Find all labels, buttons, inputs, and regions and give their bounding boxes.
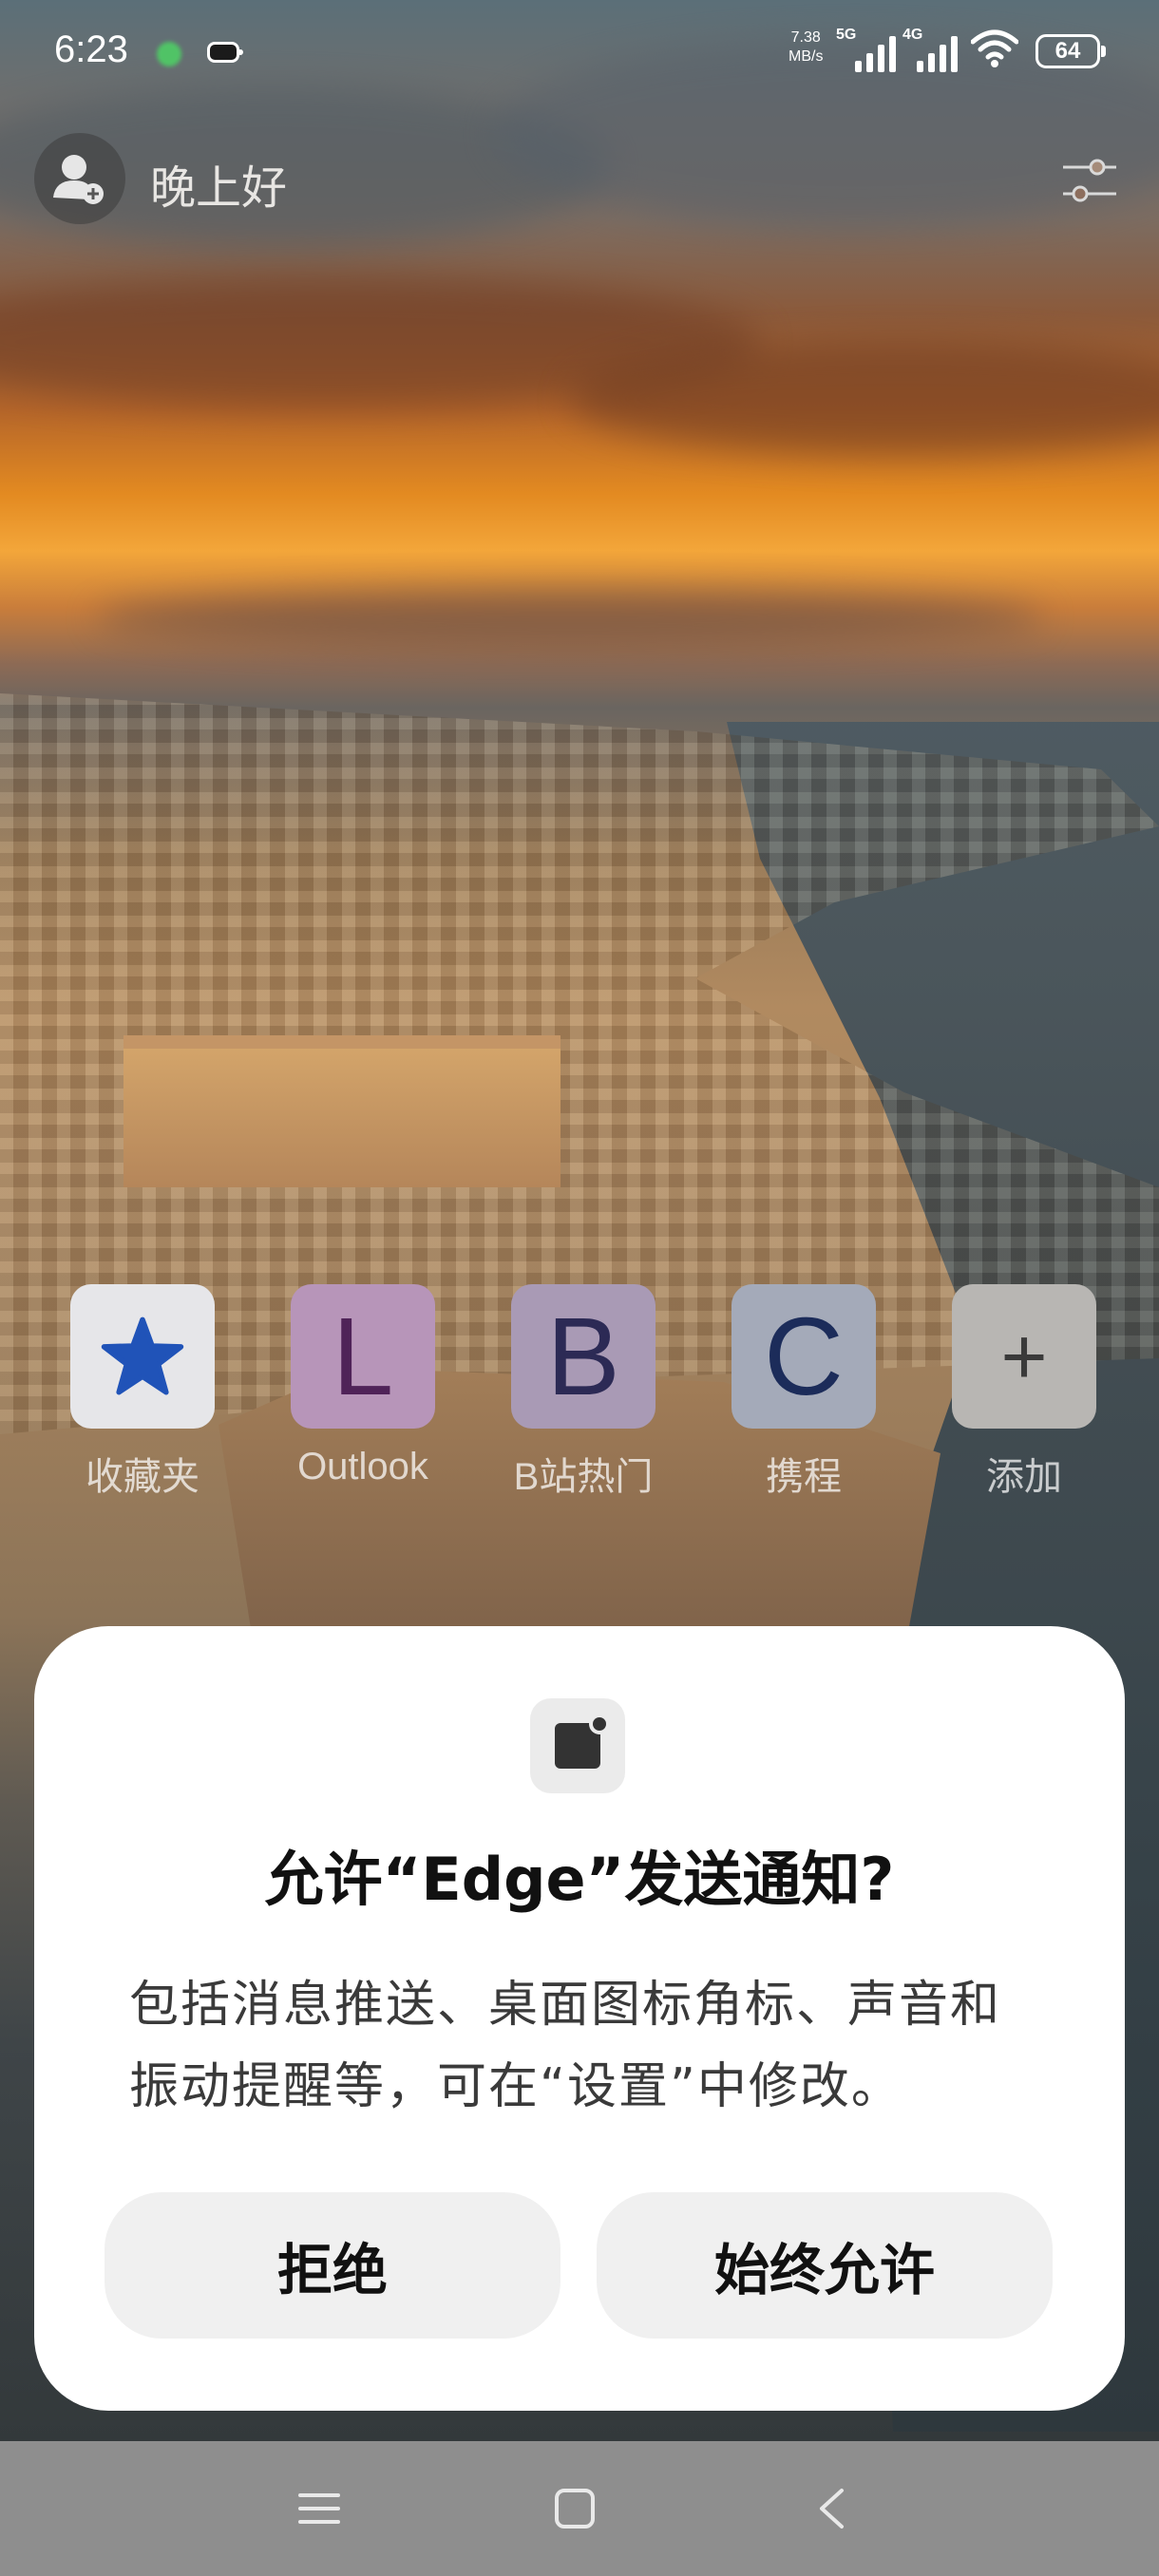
notification-permission-dialog: 允许“Edge”发送通知? 包括消息推送、桌面图标角标、声音和振动提醒等，可在“… [34,1626,1125,2411]
favorites-tile [70,1284,215,1429]
signal-5g-icon [855,32,899,72]
quick-link-label: B站热门 [513,1456,654,1498]
letter-b-icon: B [511,1284,656,1429]
notification-dot-icon [238,49,243,55]
network-5g-label: 5G [836,27,857,43]
always-allow-button[interactable]: 始终允许 [597,2192,1053,2339]
add-user-icon [53,155,104,204]
quick-link-favorites[interactable]: 收藏夹 [66,1284,218,1501]
plus-icon: + [952,1284,1096,1429]
letter-l-icon: L [291,1284,435,1429]
battery-icon: 64 [1036,34,1106,68]
profile-avatar-button[interactable] [34,133,125,224]
deny-button[interactable]: 拒绝 [104,2192,560,2339]
battery-level: 64 [1054,38,1081,64]
quick-link-label: 收藏夹 [86,1456,200,1498]
greeting-text: 晚上好 [150,161,288,215]
quick-link-ctrip[interactable]: C 携程 [728,1284,880,1501]
back-button[interactable] [798,2475,864,2542]
star-icon [101,1316,184,1395]
navigation-bar [0,2441,1159,2576]
notification-app-icon [530,1698,625,1793]
page-settings-icon[interactable] [1059,152,1120,209]
network-speed: 7.38 MB/s [788,28,823,66]
notification-app-icon [207,42,239,63]
notification-icon [555,1714,610,1769]
status-bar: 6:23 7.38 MB/s 5G 4G 64 [0,0,1159,104]
network-speed-value: 7.38 [790,29,821,46]
quick-link-outlook[interactable]: L Outlook [287,1284,439,1488]
status-time: 6:23 [54,28,128,70]
quick-link-label: Outlook [297,1446,428,1487]
network-speed-unit: MB/s [788,48,824,65]
quick-link-add[interactable]: + 添加 [948,1284,1100,1501]
menu-icon [298,2493,340,2524]
wifi-icon [971,29,1018,67]
recording-indicator-icon [157,42,181,66]
home-icon [555,2489,595,2529]
quick-link-label: 携程 [766,1456,842,1498]
back-icon [820,2489,844,2529]
quick-link-label: 添加 [986,1456,1062,1498]
menu-button[interactable] [286,2475,352,2542]
dialog-message: 包括消息推送、桌面图标角标、声音和振动提醒等，可在“设置”中修改。 [129,1977,1002,2115]
signal-4g-icon [917,32,960,72]
dialog-title: 允许“Edge”发送通知? [264,1845,895,1914]
quick-links: 收藏夹 L Outlook B B站热门 C 携程 + 添加 [66,1284,1102,1512]
home-button[interactable] [542,2475,608,2542]
quick-link-bilibili[interactable]: B B站热门 [507,1284,659,1501]
letter-c-icon: C [732,1284,876,1429]
